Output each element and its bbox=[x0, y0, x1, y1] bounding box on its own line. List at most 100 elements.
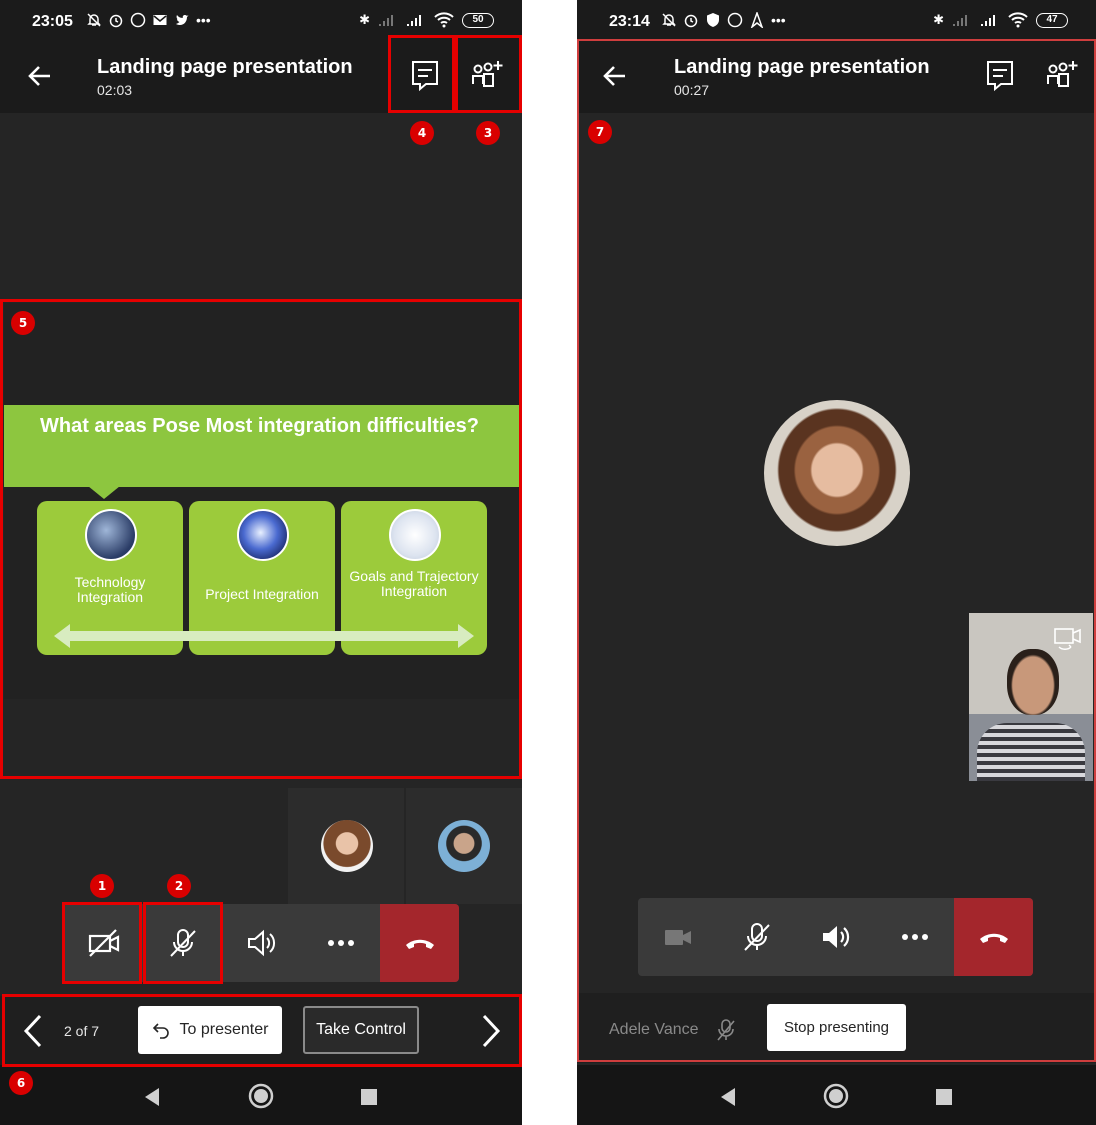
wifi-icon bbox=[434, 12, 454, 28]
alarm-icon bbox=[109, 14, 123, 28]
hang-up-button[interactable] bbox=[380, 904, 459, 982]
add-participants-icon[interactable] bbox=[470, 58, 504, 92]
speaker-icon bbox=[247, 929, 275, 957]
annotation-badge-6: 6 bbox=[9, 1071, 33, 1095]
card-label: Goals and Trajectory Integration bbox=[349, 568, 479, 599]
system-icons: ✱ 50 bbox=[359, 12, 494, 28]
alarm-icon bbox=[684, 14, 698, 28]
chat-icon[interactable] bbox=[408, 58, 442, 92]
nav-recents-icon[interactable] bbox=[361, 1089, 377, 1105]
slide-double-arrow bbox=[54, 624, 474, 648]
avatar bbox=[321, 820, 373, 872]
status-bar: 23:14 ••• ✱ 47 bbox=[577, 0, 1096, 40]
back-arrow-icon[interactable] bbox=[601, 62, 629, 90]
bluetooth-icon: ✱ bbox=[933, 12, 944, 27]
whatsapp-icon bbox=[130, 12, 146, 28]
camera-button[interactable] bbox=[638, 898, 717, 976]
shield-icon bbox=[707, 13, 719, 27]
camera-off-icon bbox=[88, 929, 119, 957]
more-options-button[interactable] bbox=[875, 898, 954, 976]
speaker-button[interactable] bbox=[796, 898, 875, 976]
location-arrow-icon bbox=[750, 12, 764, 28]
slide-title-band: What areas Pose Most integration difficu… bbox=[4, 405, 520, 487]
presenter-mic-off-icon bbox=[717, 1019, 735, 1041]
more-options-button[interactable] bbox=[301, 904, 380, 982]
shared-slide: What areas Pose Most integration difficu… bbox=[4, 303, 520, 699]
meeting-timer: 00:27 bbox=[674, 82, 710, 98]
participant-tile-adele[interactable] bbox=[288, 788, 404, 904]
battery-indicator: 47 bbox=[1036, 12, 1068, 28]
call-controls bbox=[64, 904, 459, 982]
self-face bbox=[1007, 649, 1059, 715]
take-control-label: Take Control bbox=[316, 1021, 406, 1038]
mic-off-icon bbox=[743, 923, 770, 951]
right-phone-screen: 23:14 ••• ✱ 47 Landing page presentation… bbox=[577, 0, 1096, 1125]
back-arrow-icon[interactable] bbox=[26, 62, 54, 90]
undo-icon bbox=[152, 1023, 169, 1039]
status-time: 23:05 bbox=[32, 13, 73, 30]
annotation-badge-7: 7 bbox=[588, 120, 612, 144]
bluetooth-icon: ✱ bbox=[359, 12, 370, 27]
to-presenter-label: To presenter bbox=[179, 1021, 269, 1038]
hang-up-icon bbox=[979, 933, 1008, 943]
mic-toggle-button[interactable] bbox=[717, 898, 796, 976]
nav-back-icon[interactable] bbox=[719, 1087, 737, 1107]
self-video-preview[interactable] bbox=[969, 613, 1093, 781]
nav-back-icon[interactable] bbox=[143, 1087, 161, 1107]
left-phone-screen: 23:05 ••• ✱ 50 Landing page presentation… bbox=[0, 0, 522, 1125]
twitter-icon bbox=[176, 15, 189, 26]
chevron-right-icon[interactable] bbox=[478, 1014, 504, 1048]
signal-roaming-icon bbox=[407, 15, 421, 26]
hang-up-icon bbox=[405, 939, 434, 949]
presenter-name: Adele Vance bbox=[609, 1021, 699, 1038]
more-icon bbox=[901, 934, 928, 940]
bell-off-icon bbox=[662, 13, 676, 27]
signal-icon bbox=[379, 15, 393, 26]
nav-home-icon[interactable] bbox=[248, 1083, 274, 1109]
meeting-header: Landing page presentation 02:03 bbox=[0, 40, 522, 113]
meeting-timer: 02:03 bbox=[97, 82, 133, 98]
presentation-control-bar: 2 of 7 To presenter Take Control bbox=[0, 996, 522, 1066]
project-image bbox=[237, 509, 289, 561]
chevron-left-icon[interactable] bbox=[20, 1014, 46, 1048]
presenting-bar: Adele Vance Stop presenting bbox=[577, 993, 1096, 1063]
more-icon bbox=[327, 940, 354, 946]
self-shirt bbox=[977, 723, 1085, 781]
battery-indicator: 50 bbox=[462, 12, 494, 28]
nav-recents-icon[interactable] bbox=[936, 1089, 952, 1105]
participant-avatar-adele bbox=[764, 400, 910, 546]
card-label: Project Integration bbox=[205, 586, 319, 602]
participant-tile-user[interactable] bbox=[406, 788, 522, 904]
take-control-button[interactable]: Take Control bbox=[303, 1006, 419, 1054]
annotation-badge-3: 3 bbox=[476, 121, 500, 145]
mail-icon bbox=[153, 15, 167, 25]
technology-image bbox=[85, 509, 137, 561]
hang-up-button[interactable] bbox=[954, 898, 1033, 976]
camera-toggle-button[interactable] bbox=[64, 904, 143, 982]
switch-camera-icon[interactable] bbox=[1053, 625, 1083, 653]
avatar bbox=[438, 820, 490, 872]
stop-presenting-button[interactable]: Stop presenting bbox=[767, 1004, 906, 1051]
chat-icon[interactable] bbox=[983, 58, 1017, 92]
whatsapp-icon bbox=[727, 12, 743, 28]
stop-presenting-label: Stop presenting bbox=[783, 1019, 890, 1036]
to-presenter-button[interactable]: To presenter bbox=[138, 1006, 282, 1054]
slide-page-count: 2 of 7 bbox=[64, 1023, 100, 1039]
speaker-button[interactable] bbox=[222, 904, 301, 982]
annotation-badge-1: 1 bbox=[90, 874, 114, 898]
add-participants-icon[interactable] bbox=[1045, 58, 1079, 92]
annotation-badge-2: 2 bbox=[167, 874, 191, 898]
signal-roaming-icon bbox=[981, 15, 995, 26]
notification-icons: ••• bbox=[661, 12, 786, 28]
more-notifications-icon: ••• bbox=[771, 12, 786, 28]
slide-heading: What areas Pose Most integration difficu… bbox=[40, 415, 479, 437]
notification-icons: ••• bbox=[86, 12, 211, 28]
annotation-badge-4: 4 bbox=[410, 121, 434, 145]
annotation-badge-5: 5 bbox=[11, 311, 35, 335]
more-notifications-icon: ••• bbox=[196, 12, 211, 28]
slide-notch bbox=[88, 486, 120, 499]
card-label: Technology Integration bbox=[74, 574, 146, 605]
mic-toggle-button[interactable] bbox=[143, 904, 222, 982]
bell-off-icon bbox=[87, 13, 101, 27]
nav-home-icon[interactable] bbox=[823, 1083, 849, 1109]
